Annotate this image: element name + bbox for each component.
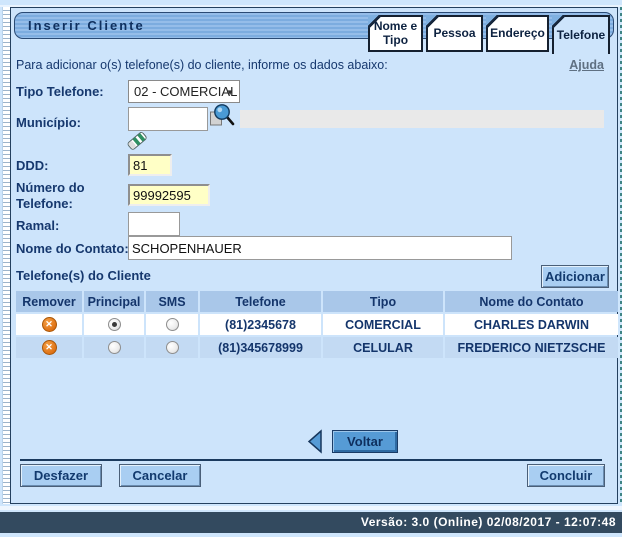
municipio-label: Município:: [16, 115, 81, 130]
table-row-cell: [84, 337, 144, 358]
phone-number-cell: (81)345678999: [200, 337, 321, 358]
desfazer-button[interactable]: Desfazer: [20, 464, 102, 487]
table-row-cell: ✕: [16, 314, 82, 335]
top-divider: [0, 5, 622, 7]
col-header-tipo: Tipo: [323, 291, 443, 312]
table-row-cell: [146, 337, 198, 358]
principal-radio[interactable]: [108, 341, 121, 354]
ramal-label: Ramal:: [16, 218, 59, 233]
ddd-label: DDD:: [16, 158, 49, 173]
phones-section-title: Telefone(s) do Cliente: [16, 268, 151, 283]
phone-type-cell: CELULAR: [323, 337, 443, 358]
col-header-nome-contato: Nome do Contato: [445, 291, 618, 312]
instruction-text: Para adicionar o(s) telefone(s) do clien…: [16, 58, 388, 72]
help-link[interactable]: Ajuda: [569, 58, 604, 72]
contact-name-cell: CHARLES DARWIN: [445, 314, 618, 335]
sms-radio[interactable]: [166, 341, 179, 354]
tab-telefone[interactable]: Telefone: [552, 15, 610, 54]
tab-endereco[interactable]: Endereço: [486, 15, 549, 52]
col-header-remover: Remover: [16, 291, 82, 312]
numero-telefone-label: Número do Telefone:: [16, 180, 108, 213]
remove-phone-icon[interactable]: ✕: [42, 317, 57, 332]
tab-corner-notch: [552, 15, 565, 28]
municipio-name-field: [240, 110, 604, 128]
contact-name-cell: FREDERICO NIETZSCHE: [445, 337, 618, 358]
tab-label: Pessoa: [433, 27, 475, 41]
concluir-button[interactable]: Concluir: [527, 464, 605, 487]
eraser-clear-icon[interactable]: [125, 129, 149, 157]
remove-phone-icon[interactable]: ✕: [42, 340, 57, 355]
tab-label: Telefone: [557, 29, 605, 43]
table-row-cell: ✕: [16, 337, 82, 358]
phones-table: Remover Principal SMS Telefone Tipo Nome…: [16, 291, 608, 358]
left-striped-border: [2, 7, 10, 504]
cancelar-button[interactable]: Cancelar: [119, 464, 201, 487]
municipio-code-input[interactable]: [128, 107, 208, 131]
ramal-input[interactable]: [128, 212, 180, 236]
tab-pessoa[interactable]: Pessoa: [426, 15, 483, 52]
col-header-telefone: Telefone: [200, 291, 321, 312]
nome-contato-label: Nome do Contato:: [16, 241, 129, 256]
sms-radio[interactable]: [166, 318, 179, 331]
voltar-button[interactable]: Voltar: [332, 430, 398, 453]
version-footer: Versão: 3.0 (Online) 02/08/2017 - 12:07:…: [0, 512, 622, 533]
adicionar-button[interactable]: Adicionar: [541, 265, 609, 288]
dropdown-arrow-icon: ▼: [226, 82, 234, 103]
numero-telefone-input[interactable]: [128, 184, 210, 206]
bottom-separator: [20, 459, 602, 461]
tab-label: Endereço: [490, 27, 545, 41]
nome-contato-input[interactable]: [128, 236, 512, 260]
table-row-cell: [146, 314, 198, 335]
ddd-input[interactable]: [128, 154, 172, 176]
phone-number-cell: (81)2345678: [200, 314, 321, 335]
bottom-light-strip: [0, 506, 622, 510]
phone-type-cell: COMERCIAL: [323, 314, 443, 335]
back-arrow-icon[interactable]: [306, 429, 324, 459]
tipo-telefone-select[interactable]: 02 - COMERCIAL ▼: [128, 80, 240, 103]
col-header-sms: SMS: [146, 291, 198, 312]
principal-radio[interactable]: [108, 318, 121, 331]
selected-option: 02 - COMERCIAL: [134, 84, 237, 99]
col-header-principal: Principal: [84, 291, 144, 312]
page-title: Inserir Cliente: [28, 18, 145, 33]
tab-nome-e-tipo[interactable]: Nome e Tipo: [368, 15, 423, 52]
tipo-telefone-label: Tipo Telefone:: [16, 84, 104, 99]
tab-corner-notch: [426, 15, 439, 28]
search-magnifier-icon[interactable]: [209, 103, 235, 135]
tab-corner-notch: [368, 15, 381, 28]
table-row-cell: [84, 314, 144, 335]
tab-corner-notch: [486, 15, 499, 28]
